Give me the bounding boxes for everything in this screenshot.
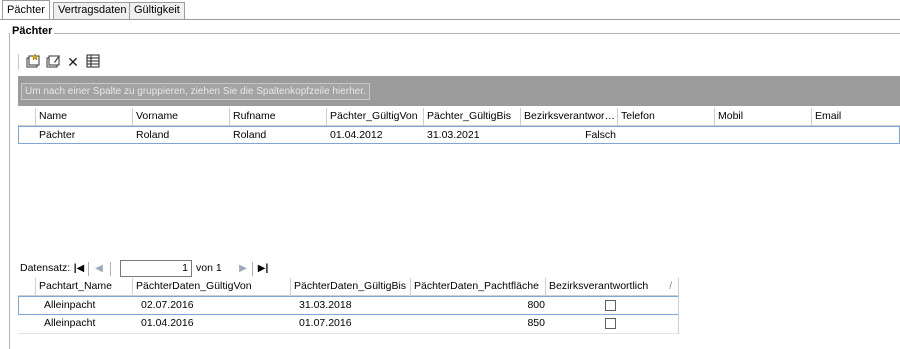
- row-indicator-header: [18, 108, 36, 126]
- pachtdaten-grid: Pachtart_Name PächterDaten_GültigVon Päc…: [18, 278, 900, 349]
- cell-gueltigvon: 02.07.2016: [141, 299, 194, 311]
- cell-pachtart: Alleinpacht: [44, 317, 96, 329]
- column-header-bezirksverantwortlich[interactable]: Bezirksverantwortlich /: [546, 278, 679, 296]
- cell-gueltigbis: 31.03.2021: [427, 129, 480, 141]
- table-row[interactable]: Alleinpacht 01.04.2016 01.07.2016 850: [18, 315, 679, 334]
- cell-bezirksverantwortlich: Falsch: [585, 129, 616, 141]
- edit-record-icon[interactable]: [44, 53, 62, 71]
- column-header-pachtart-name[interactable]: Pachtart_Name: [36, 278, 133, 296]
- table-row[interactable]: Alleinpacht 02.07.2016 31.03.2018 800: [18, 296, 679, 315]
- delete-icon[interactable]: ✕: [64, 53, 82, 71]
- next-record-button[interactable]: ▶: [236, 262, 250, 276]
- navigator-separator: [110, 262, 111, 276]
- tab-paechter[interactable]: Pächter: [2, 0, 50, 20]
- column-header-paechter-gueltigbis[interactable]: Pächter_GültigBis: [424, 108, 521, 126]
- group-by-hint: Um nach einer Spalte zu gruppieren, zieh…: [21, 83, 370, 100]
- bezirksverantwortlich-checkbox[interactable]: [605, 300, 616, 311]
- column-header-pachtflaeche[interactable]: PächterDaten_Pachtfläche: [411, 278, 546, 296]
- group-by-panel[interactable]: Um nach einer Spalte zu gruppieren, zieh…: [18, 76, 900, 106]
- cell-pachtart: Alleinpacht: [44, 299, 96, 311]
- column-header-gueltigbis[interactable]: PächterDaten_GültigBis: [291, 278, 411, 296]
- cell-pachtflaeche: 800: [527, 299, 545, 311]
- column-header-email[interactable]: Email: [812, 108, 900, 126]
- grid-right-border: [678, 278, 679, 334]
- tab-divider: [0, 19, 900, 20]
- column-header-rufname[interactable]: Rufname: [230, 108, 327, 126]
- prev-record-button[interactable]: ◀: [92, 262, 106, 276]
- cell-name: Pächter: [39, 129, 76, 141]
- cell-vorname: Roland: [136, 129, 170, 141]
- cell-pachtflaeche: 850: [527, 317, 545, 329]
- cell-rufname: Roland: [233, 129, 267, 141]
- record-navigator: Datensatz: |◀ ◀ 1 von 1 ▶ ▶|: [20, 260, 280, 278]
- column-header-telefon[interactable]: Telefon: [618, 108, 715, 126]
- cell-email: [812, 127, 815, 143]
- cell-telefon: [618, 127, 621, 143]
- cell-mobil: [715, 127, 718, 143]
- column-header-name[interactable]: Name: [36, 108, 133, 126]
- cell-gueltigbis: 01.07.2016: [299, 317, 352, 329]
- row-indicator-header: [18, 278, 36, 296]
- column-header-vorname[interactable]: Vorname: [133, 108, 230, 126]
- group-title: Pächter: [10, 25, 55, 37]
- cell-gueltigbis: 31.03.2018: [299, 299, 352, 311]
- sort-indicator-icon: /: [669, 280, 672, 292]
- bezirksverantwortlich-checkbox[interactable]: [605, 318, 616, 329]
- column-header-bezirksverantwortlich[interactable]: Bezirksverantwor…: [521, 108, 618, 126]
- toolbar: ✕: [18, 52, 138, 72]
- column-header-paechter-gueltigvon[interactable]: Pächter_GültigVon: [327, 108, 424, 126]
- record-number-input[interactable]: 1: [120, 260, 192, 277]
- tab-strip: Pächter Vertragsdaten Gültigkeit: [0, 0, 900, 20]
- tab-vertragsdaten[interactable]: Vertragsdaten: [53, 2, 132, 19]
- table-row[interactable]: Pächter Roland Roland 01.04.2012 31.03.2…: [18, 126, 900, 144]
- last-record-button[interactable]: ▶|: [256, 262, 270, 276]
- paechter-grid: Name Vorname Rufname Pächter_GültigVon P…: [18, 108, 900, 254]
- table-view-icon[interactable]: [84, 53, 102, 71]
- tab-gueltigkeit[interactable]: Gültigkeit: [129, 2, 185, 19]
- new-record-icon[interactable]: [24, 53, 42, 71]
- navigator-separator: [88, 262, 89, 276]
- column-header-label: Bezirksverantwortlich: [549, 280, 649, 292]
- first-record-button[interactable]: |◀: [72, 262, 86, 276]
- navigator-separator: [252, 262, 253, 276]
- toolbar-grip: [18, 54, 19, 70]
- record-count-text: von 1: [196, 262, 222, 274]
- cell-gueltigvon: 01.04.2012: [330, 129, 383, 141]
- column-header-mobil[interactable]: Mobil: [715, 108, 812, 126]
- navigator-label: Datensatz:: [20, 262, 71, 274]
- column-header-gueltigvon[interactable]: PächterDaten_GültigVon: [133, 278, 291, 296]
- cell-gueltigvon: 01.04.2016: [141, 317, 194, 329]
